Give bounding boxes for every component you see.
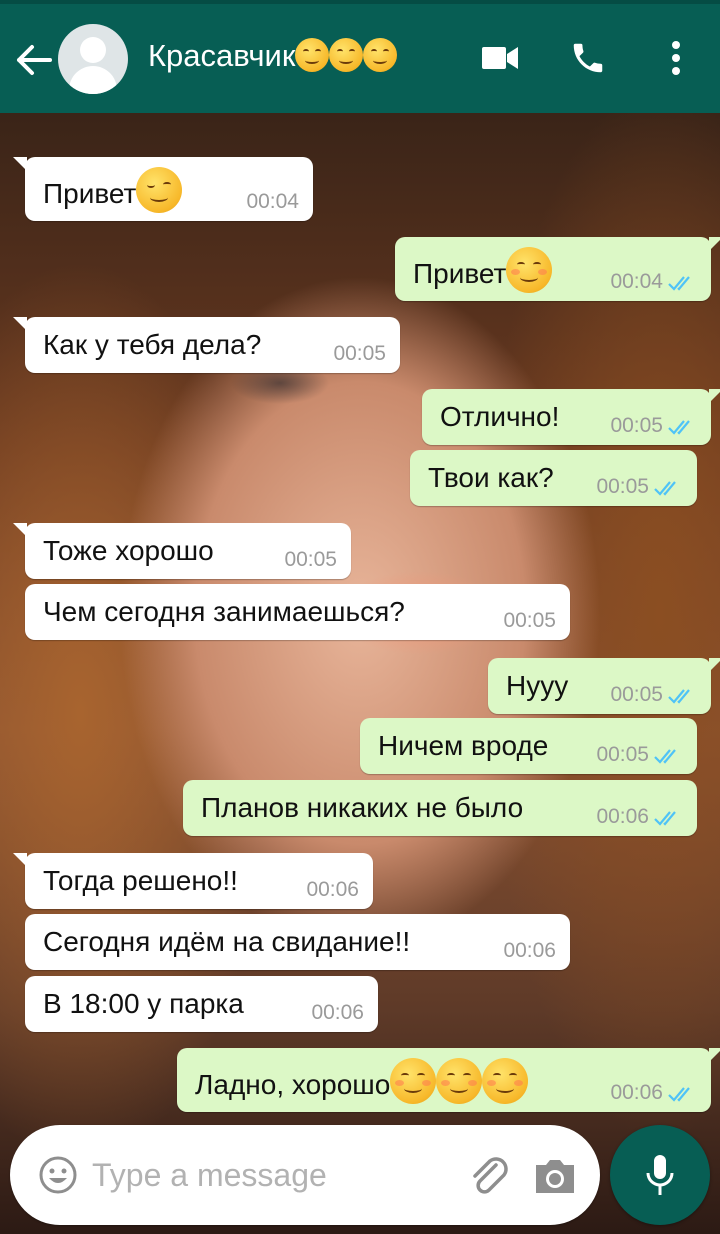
incoming-message[interactable]: Тоже хорошо 00:05: [13, 523, 351, 579]
message-text: Как у тебя дела?: [43, 329, 262, 360]
message-time: 00:05: [503, 609, 556, 632]
message-text: Тогда решено!!: [43, 865, 238, 896]
smiling-face-emoji: [390, 1058, 437, 1104]
incoming-message[interactable]: Привет 00:04: [13, 157, 313, 221]
outgoing-message[interactable]: Планов никаких не было 00:06: [183, 780, 697, 836]
message-text: Ладно, хорошо: [195, 1069, 391, 1100]
message-time: 00:06: [503, 939, 556, 962]
message-text: Сегодня идём на свидание!!: [43, 926, 411, 957]
video-call-icon[interactable]: [480, 38, 520, 78]
outgoing-message[interactable]: Нууу 00:05: [488, 658, 720, 714]
contact-name-text: Красавчик: [148, 38, 296, 73]
message-time: 00:05: [596, 475, 649, 498]
outgoing-message[interactable]: Отлично! 00:05: [422, 389, 720, 445]
incoming-message[interactable]: Тогда решено!! 00:06: [13, 853, 373, 909]
camera-icon[interactable]: [532, 1153, 578, 1199]
message-text: Отлично!: [440, 401, 560, 432]
outgoing-message[interactable]: Привет 00:04: [395, 237, 720, 301]
read-ticks-icon: [654, 481, 676, 496]
message-text: Ничем вроде: [378, 730, 549, 761]
message-time: 00:05: [284, 548, 337, 571]
drooling-face-emoji: [329, 38, 364, 72]
message-text: В 18:00 у парка: [43, 988, 244, 1019]
read-ticks-icon: [668, 276, 690, 291]
read-ticks-icon: [668, 689, 690, 704]
message-text: Привет: [413, 258, 507, 289]
read-ticks-icon: [668, 1087, 690, 1102]
outgoing-message[interactable]: Ладно, хорошо 00:06: [177, 1048, 720, 1112]
message-text: Нууу: [506, 670, 569, 701]
chat-header: Красавчик: [0, 0, 720, 113]
message-composer: [10, 1125, 600, 1225]
message-time: 00:06: [596, 805, 649, 828]
outgoing-message[interactable]: Твои как? 00:05: [410, 450, 697, 506]
message-time: 00:05: [596, 743, 649, 766]
smiling-face-emoji: [482, 1058, 529, 1104]
avatar[interactable]: [58, 24, 128, 94]
message-text: Тоже хорошо: [43, 535, 214, 566]
outgoing-message[interactable]: Ничем вроде 00:05: [360, 718, 697, 774]
message-time: 00:04: [610, 270, 663, 293]
back-arrow-icon[interactable]: [14, 40, 54, 80]
more-options-icon[interactable]: [656, 38, 696, 78]
message-time: 00:06: [306, 878, 359, 901]
message-text: Чем сегодня занимаешься?: [43, 596, 405, 627]
winking-face-emoji: [136, 167, 183, 213]
message-time: 00:06: [311, 1001, 364, 1024]
attach-icon[interactable]: [466, 1153, 512, 1199]
incoming-message[interactable]: Как у тебя дела? 00:05: [13, 317, 400, 373]
read-ticks-icon: [668, 420, 690, 435]
smiling-face-emoji: [436, 1058, 483, 1104]
incoming-message[interactable]: Сегодня идём на свидание!! 00:06: [25, 914, 570, 970]
drooling-face-emoji: [363, 38, 398, 72]
microphone-icon: [646, 1155, 674, 1195]
message-input[interactable]: [92, 1153, 452, 1197]
incoming-message[interactable]: Чем сегодня занимаешься? 00:05: [25, 584, 570, 640]
message-time: 00:05: [333, 342, 386, 365]
message-time: 00:06: [610, 1081, 663, 1104]
message-text: Планов никаких не было: [201, 792, 524, 823]
message-time: 00:04: [246, 190, 299, 213]
smiling-face-emoji: [506, 247, 553, 293]
message-time: 00:05: [610, 683, 663, 706]
read-ticks-icon: [654, 749, 676, 764]
incoming-message[interactable]: В 18:00 у парка 00:06: [25, 976, 378, 1032]
read-ticks-icon: [654, 811, 676, 826]
message-text: Твои как?: [428, 462, 554, 493]
message-time: 00:05: [610, 414, 663, 437]
contact-name[interactable]: Красавчик: [148, 38, 398, 74]
voice-call-icon[interactable]: [568, 38, 608, 78]
microphone-button[interactable]: [610, 1125, 710, 1225]
drooling-face-emoji: [295, 38, 330, 72]
message-text: Привет: [43, 178, 137, 209]
emoji-icon[interactable]: [38, 1155, 78, 1195]
